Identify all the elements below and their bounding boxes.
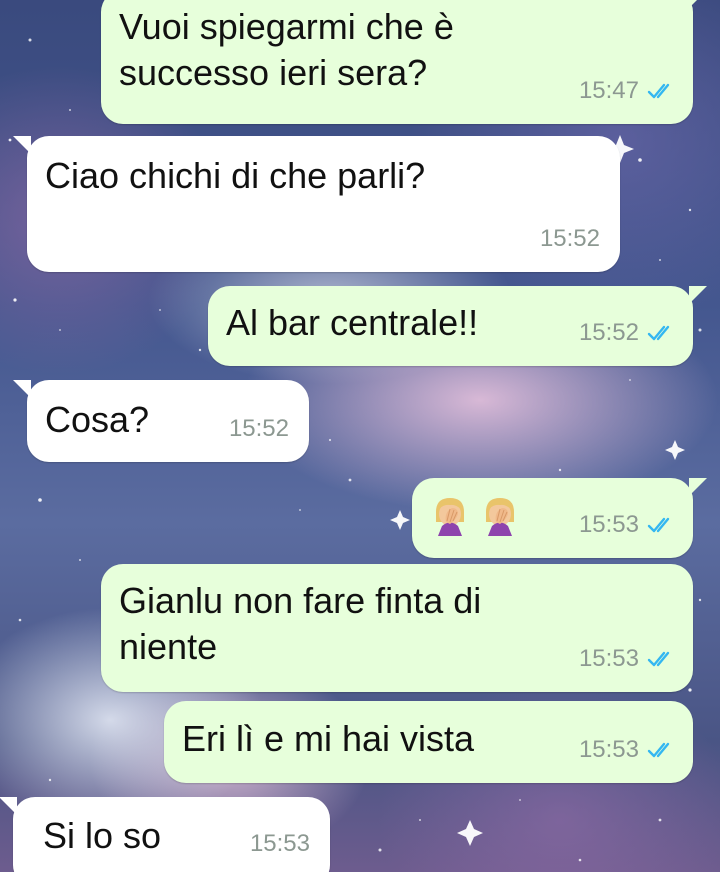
message-time: 15:52 <box>539 225 600 252</box>
message-time: 15:53 <box>578 511 639 538</box>
double-check-read-icon <box>647 651 670 667</box>
message-time: 15:52 <box>228 415 289 442</box>
message-meta: 15:47 <box>579 68 675 114</box>
message-time: 15:52 <box>578 319 639 346</box>
message-meta: 15:53 <box>250 821 310 867</box>
message-meta: 15:52 <box>540 216 600 262</box>
double-check-read-icon <box>647 325 670 341</box>
sent-message-bubble[interactable]: Gianlu non fare finta di niente 15:53 <box>101 564 693 692</box>
message-text: Ciao chichi di che parli? <box>45 155 426 196</box>
message-text: Eri lì e mi hai vista <box>182 718 475 759</box>
double-check-read-icon <box>647 517 670 533</box>
message-text: Cosa? <box>45 399 150 440</box>
chat-conversation[interactable]: Vuoi spiegarmi che è successo ieri sera?… <box>0 0 720 872</box>
received-message-bubble[interactable]: Cosa? 15:52 <box>13 380 309 462</box>
message-time: 15:53 <box>578 736 639 763</box>
message-text: Vuoi spiegarmi che è successo ieri sera? <box>119 6 454 93</box>
received-message-bubble[interactable]: Si lo so 15:53 <box>0 797 330 872</box>
sent-message-bubble[interactable]: Vuoi spiegarmi che è successo ieri sera?… <box>101 0 707 124</box>
emoji-row <box>428 492 522 536</box>
message-meta: 15:53 <box>579 727 675 773</box>
sent-message-bubble[interactable]: Al bar centrale!! 15:52 <box>208 286 707 366</box>
sent-message-bubble[interactable]: 15:53 <box>412 478 707 558</box>
woman-facepalming-emoji-icon <box>486 498 514 536</box>
message-meta: 15:53 <box>579 636 675 682</box>
message-text: Si lo so <box>43 815 162 856</box>
message-time: 15:47 <box>578 77 639 104</box>
message-meta: 15:52 <box>229 406 289 452</box>
double-check-read-icon <box>647 83 670 99</box>
double-check-read-icon <box>647 742 670 758</box>
message-meta: 15:53 <box>579 502 675 548</box>
message-text: Al bar centrale!! <box>226 302 479 343</box>
message-meta: 15:52 <box>579 310 675 356</box>
message-time: 15:53 <box>578 645 639 672</box>
message-text: Gianlu non fare finta di niente <box>119 580 482 667</box>
received-message-bubble[interactable]: Ciao chichi di che parli? 15:52 <box>13 136 620 272</box>
sent-message-bubble[interactable]: Eri lì e mi hai vista 15:53 <box>164 701 693 783</box>
woman-facepalming-emoji-icon <box>436 498 464 536</box>
message-time: 15:53 <box>249 830 310 857</box>
